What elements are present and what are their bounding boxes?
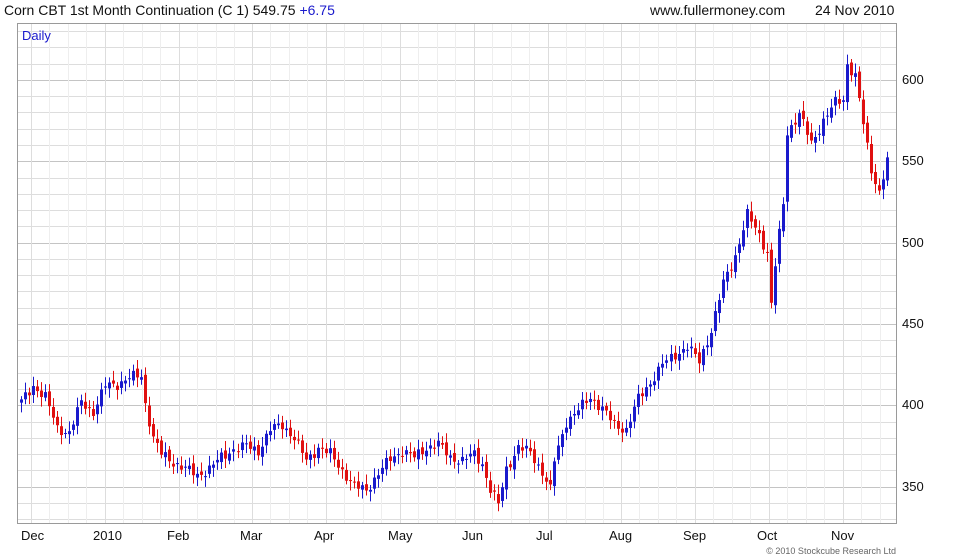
x-tick-label: Dec [21, 528, 45, 543]
x-tick-label: Mar [240, 528, 263, 543]
x-tick-label: Jun [462, 528, 483, 543]
x-tick-label: Sep [683, 528, 707, 543]
y-tick-label: 450 [902, 316, 924, 331]
plot-area [17, 23, 897, 524]
x-tick-label: 2010 [93, 528, 122, 543]
y-tick-label: 550 [902, 153, 924, 168]
x-tick-label: Oct [757, 528, 778, 543]
y-tick-label: 350 [902, 479, 924, 494]
period-label: Daily [22, 28, 51, 43]
x-tick-label: Nov [831, 528, 855, 543]
y-tick-label: 400 [902, 397, 924, 412]
y-tick-label: 600 [902, 72, 924, 87]
x-tick-label: Apr [314, 528, 335, 543]
copyright-text: © 2010 Stockcube Research Ltd [766, 546, 896, 556]
y-tick-label: 500 [902, 235, 924, 250]
x-tick-label: May [388, 528, 413, 543]
x-tick-label: Feb [167, 528, 190, 543]
x-tick-label: Jul [536, 528, 553, 543]
x-tick-label: Aug [609, 528, 633, 543]
